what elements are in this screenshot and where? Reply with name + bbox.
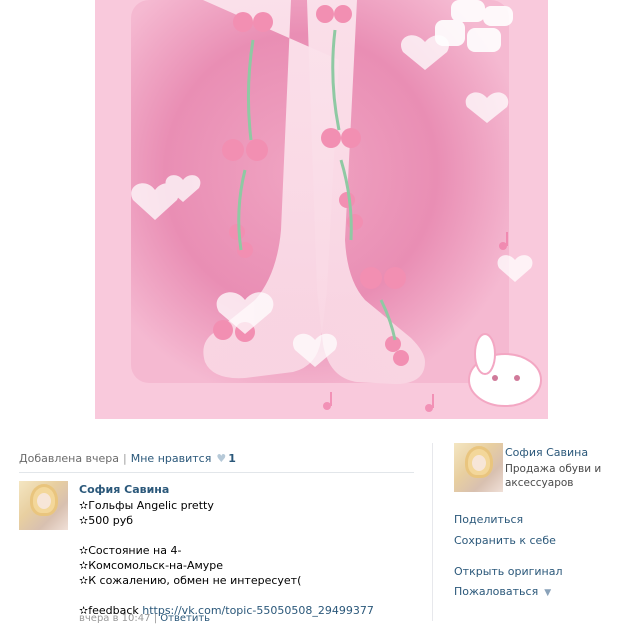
- description-gap: [79, 528, 409, 543]
- open-original-link[interactable]: Открыть оригинал: [454, 565, 563, 578]
- share-link[interactable]: Поделиться: [454, 513, 523, 526]
- timestamp-text: вчера в 10:47: [79, 613, 151, 624]
- reply-link[interactable]: Ответить: [160, 613, 210, 624]
- owner-description: Продажа обуви и аксессуаров: [505, 463, 602, 489]
- report-label[interactable]: Пожаловаться: [454, 585, 538, 598]
- description-line: ✫500 руб: [79, 514, 133, 527]
- sidebar-divider: [432, 443, 433, 621]
- report-dropdown[interactable]: Пожаловаться ▼: [454, 585, 551, 598]
- save-to-self-link[interactable]: Сохранить к себе: [454, 534, 556, 547]
- like-count[interactable]: 1: [228, 452, 236, 465]
- photo[interactable]: [95, 0, 548, 419]
- post-timestamp: вчера в 10:47 | Ответить: [79, 613, 210, 624]
- owner-avatar[interactable]: [454, 443, 503, 492]
- description-line: ✫Состояние на 4-: [79, 544, 182, 557]
- owner-name[interactable]: София Савина: [505, 446, 588, 459]
- timestamp-separator: |: [153, 613, 158, 624]
- author-name[interactable]: София Савина: [79, 483, 169, 496]
- author-avatar[interactable]: [19, 481, 68, 530]
- description-line: ✫К сожалению, обмен не интересует(: [79, 574, 302, 587]
- like-button[interactable]: Мне нравится: [131, 452, 212, 465]
- added-date: Добавлена вчера: [19, 452, 120, 465]
- meta-separator: |: [123, 452, 127, 465]
- heart-icon[interactable]: ♥: [216, 452, 226, 465]
- description-line: ✫Гольфы Angelic pretty: [79, 499, 214, 512]
- photo-meta-line: Добавлена вчера | Мне нравится ♥ 1: [19, 452, 414, 473]
- photo-description: ✫Гольфы Angelic pretty ✫500 руб ✫Состоян…: [79, 498, 409, 618]
- description-gap: [79, 588, 409, 603]
- description-line: ✫Комсомольск-на-Амуре: [79, 559, 224, 572]
- chevron-down-icon[interactable]: ▼: [544, 588, 551, 598]
